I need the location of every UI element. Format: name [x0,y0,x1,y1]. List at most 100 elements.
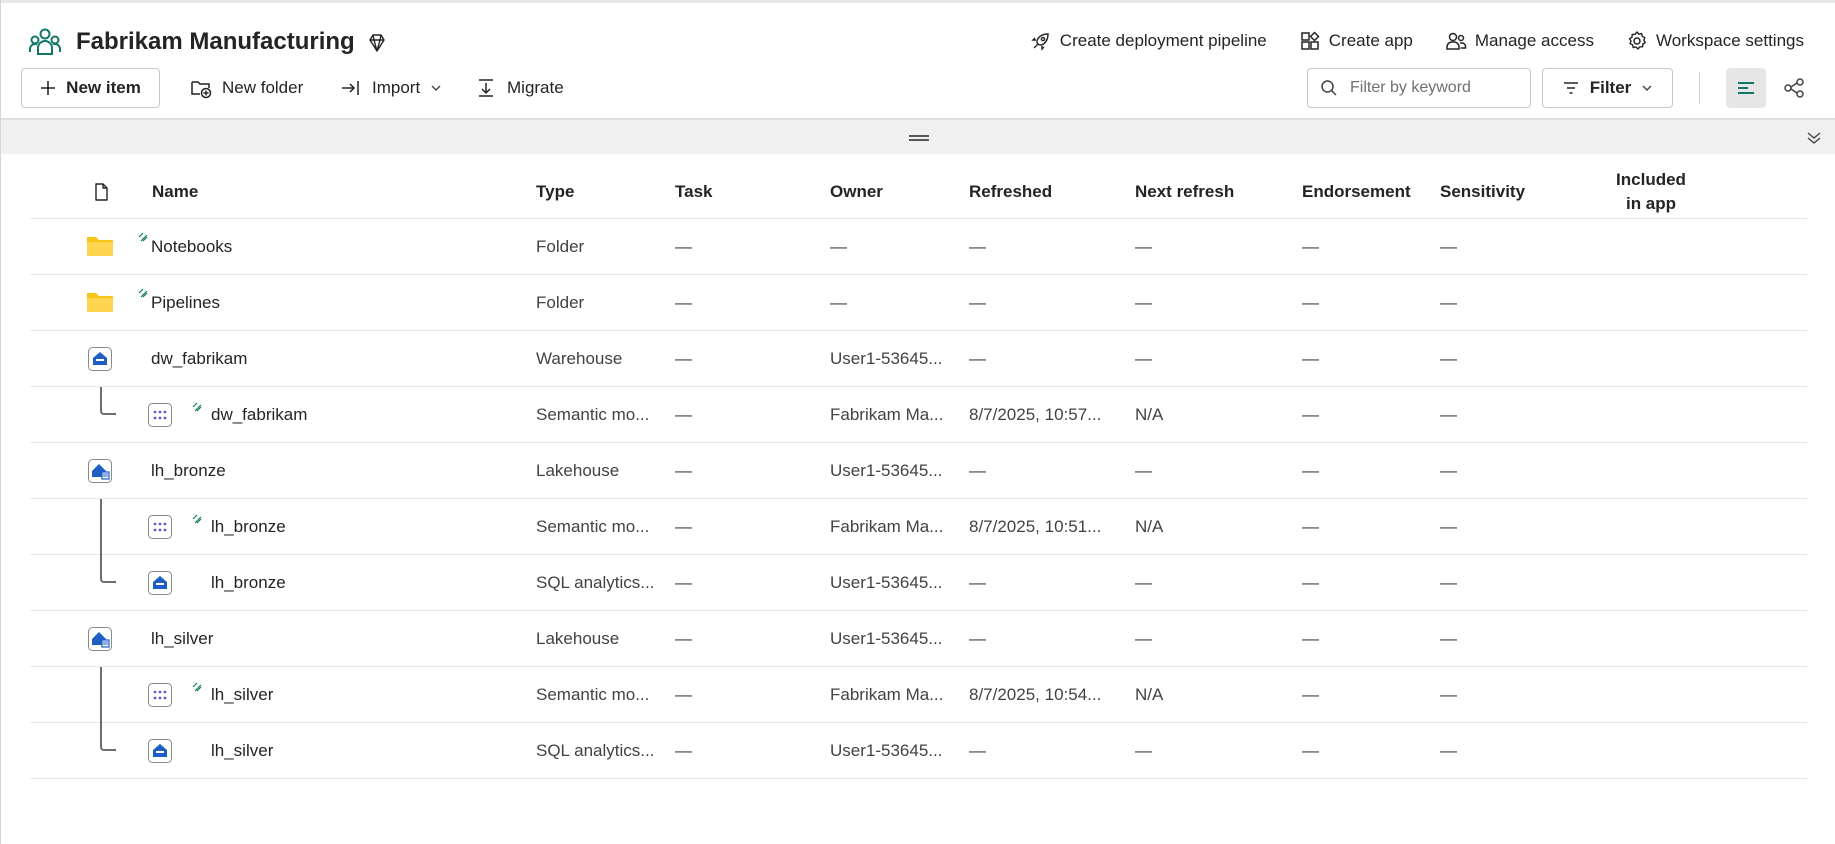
cell-endorsement: — [1302,517,1319,536]
resize-handle-icon[interactable] [908,134,930,142]
filter-button[interactable]: Filter [1542,68,1673,108]
cell-type: Folder [536,237,585,256]
workspace-settings-button[interactable]: Workspace settings [1626,30,1804,52]
lineage-view-button[interactable] [1778,72,1810,104]
cell-sensitivity: — [1440,237,1457,256]
column-header-next-refresh[interactable]: Next refresh [1135,165,1234,219]
column-header-included-in-app[interactable]: Included in app [1590,165,1712,219]
table-row[interactable]: lh_silver Semantic mo... — Fabrikam Ma... 8/… [30,667,1807,723]
tree-connector [100,387,116,415]
cell-sensitivity: — [1440,741,1457,760]
cell-owner: Fabrikam Ma... [830,405,944,424]
cell-refreshed: — [969,573,986,592]
cell-type: Folder [536,293,585,312]
cell-type: SQL analytics... [536,741,655,760]
cell-owner: User1-53645... [830,461,943,480]
filter-icon [1563,82,1578,94]
cell-owner: — [830,293,847,312]
cell-sensitivity: — [1440,573,1457,592]
cell-refreshed: 8/7/2025, 10:57... [969,405,1102,424]
manage-access-button[interactable]: Manage access [1445,30,1594,52]
cell-owner: User1-53645... [830,573,943,592]
filter-keyword-search[interactable] [1307,68,1531,108]
cell-owner: User1-53645... [830,741,943,760]
cell-task: — [675,349,692,368]
manage-access-label: Manage access [1474,31,1594,50]
table-row[interactable]: Notebooks Folder — — — — — — [30,219,1807,275]
cell-type: Warehouse [536,349,623,368]
table-body: Notebooks Folder — — — — — — Pipelines Folder — — — —… [30,219,1807,779]
premium-diamond-icon[interactable] [366,32,388,54]
table-row[interactable]: lh_bronze SQL analytics... — User1-53645...… [30,499,1807,611]
semantic-model-icon [148,683,172,707]
cell-name[interactable]: lh_silver [211,667,273,723]
cell-sensitivity: — [1440,461,1457,480]
cell-task: — [675,237,692,256]
cell-name[interactable]: dw_fabrikam [211,387,307,443]
column-header-refreshed[interactable]: Refreshed [969,165,1052,219]
collapse-chevron-icon[interactable] [1805,129,1823,147]
header-actions: Create deployment pipeline Create app Ma… [1030,30,1804,52]
cell-next-refresh: — [1135,349,1152,368]
new-folder-button[interactable]: New folder [190,72,303,104]
cell-sensitivity: — [1440,349,1457,368]
table-row[interactable]: Pipelines Folder — — — — — — [30,275,1807,331]
cell-name[interactable]: lh_bronze [211,555,286,611]
cell-refreshed: — [969,629,986,648]
new-item-label: New item [66,78,141,97]
cell-task: — [675,573,692,592]
cell-next-refresh: — [1135,629,1152,648]
cell-endorsement: — [1302,685,1319,704]
cell-refreshed: — [969,741,986,760]
cell-name[interactable]: lh_silver [211,723,273,779]
cell-name[interactable]: lh_silver [151,611,213,667]
cell-endorsement: — [1302,237,1319,256]
table-row[interactable]: lh_silver Lakehouse — User1-53645... — — — — [30,611,1807,667]
create-deployment-pipeline-button[interactable]: Create deployment pipeline [1030,30,1267,52]
new-folder-label: New folder [222,78,304,97]
table-row[interactable]: dw_fabrikam Warehouse — User1-53645... — — — — [30,331,1807,387]
column-header-name[interactable]: Name [152,165,198,219]
cell-task: — [675,629,692,648]
chevron-down-icon [431,85,441,91]
folder-add-icon [191,81,212,99]
cell-next-refresh: — [1135,237,1152,256]
cell-endorsement: — [1302,573,1319,592]
plus-icon [41,81,56,95]
lineage-icon [1784,78,1804,98]
new-indicator-icon [192,679,202,692]
column-header-endorsement[interactable]: Endorsement [1302,165,1411,219]
included-line-1: Included [1616,170,1686,189]
search-input[interactable] [1348,78,1513,98]
column-header-task[interactable]: Task [675,165,713,219]
cell-name[interactable]: lh_bronze [211,499,286,555]
cell-name[interactable]: Notebooks [151,219,232,275]
warehouse-icon [88,347,112,371]
cell-name[interactable]: dw_fabrikam [151,331,247,387]
migrate-button[interactable]: Migrate [475,72,564,104]
new-item-button[interactable]: New item [21,68,160,108]
table-row[interactable]: lh_bronze Lakehouse — User1-53645... — — — — [30,443,1807,499]
import-button[interactable]: Import [340,72,442,104]
type-column-icon-header[interactable] [93,165,109,219]
cell-task: — [675,293,692,312]
included-line-2: in app [1625,194,1677,213]
import-arrow-icon [342,81,359,95]
list-view-button[interactable] [1726,68,1766,108]
create-app-button[interactable]: Create app [1299,30,1413,52]
table-row[interactable]: lh_silver SQL analytics... — User1-53645...… [30,667,1807,779]
column-header-owner[interactable]: Owner [830,165,883,219]
table-row[interactable]: lh_bronze Semantic mo... — Fabrikam Ma... 8/… [30,499,1807,555]
column-header-type[interactable]: Type [536,165,574,219]
cell-sensitivity: — [1440,685,1457,704]
cell-endorsement: — [1302,741,1319,760]
column-header-sensitivity[interactable]: Sensitivity [1440,165,1525,219]
cell-sensitivity: — [1440,405,1457,424]
table-row[interactable]: dw_fabrikam Semantic mo... — Fabrikam Ma...… [30,387,1807,443]
cell-task: — [675,405,692,424]
cell-name[interactable]: Pipelines [151,275,220,331]
cell-refreshed: — [969,237,986,256]
cell-name[interactable]: lh_bronze [151,443,226,499]
cell-next-refresh: N/A [1135,517,1164,536]
table-header: Name Type Task Owner Refreshed Next refr… [30,165,1807,219]
